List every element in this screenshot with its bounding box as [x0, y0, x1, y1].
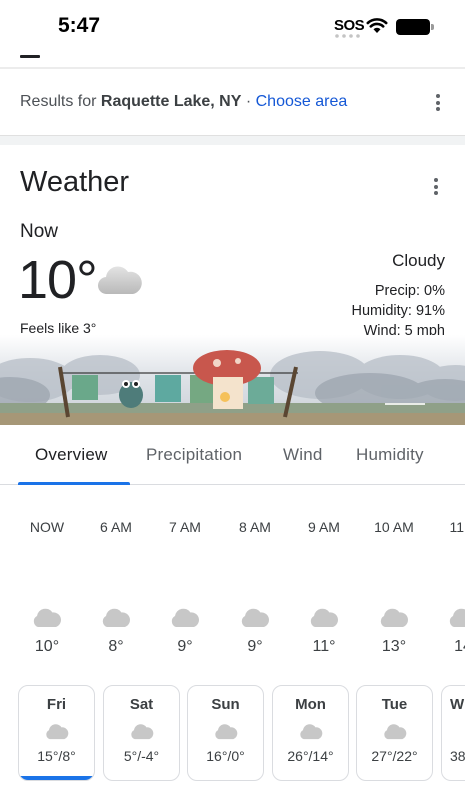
- cloud-icon: [241, 608, 269, 627]
- tab-precipitation[interactable]: Precipitation: [146, 445, 242, 465]
- hour-temp: 13°: [381, 638, 407, 655]
- hour-time: 7 AM: [169, 519, 201, 535]
- status-time: 5:47: [58, 14, 101, 37]
- current-temperature: 10°: [18, 250, 98, 310]
- results-prefix: Results for: [20, 93, 101, 110]
- signal-dots-icon: [335, 34, 360, 38]
- header-dash: [20, 55, 40, 58]
- results-location-row: Results for Raquette Lake, NY · Choose a…: [0, 69, 465, 135]
- active-tab-indicator: [18, 482, 130, 485]
- hourly-item[interactable]: 9 AM 11°: [294, 519, 354, 656]
- day-name: Fri: [46, 696, 67, 713]
- wifi-icon: [366, 18, 388, 33]
- cloud-icon: [130, 724, 153, 740]
- tab-humidity[interactable]: Humidity: [356, 445, 424, 465]
- day-temps: 15°/8°: [37, 748, 76, 764]
- cloud-icon: [383, 724, 406, 740]
- day-card-fri[interactable]: Fri 15°/8°: [18, 685, 95, 781]
- hour-time: 10 AM: [374, 519, 414, 535]
- day-temps: 27°/22°: [371, 748, 418, 764]
- day-temps: 16°/0°: [206, 748, 245, 764]
- now-label: Now: [20, 221, 59, 242]
- cloud-icon: [214, 724, 237, 740]
- hourly-item[interactable]: NOW 10°: [17, 519, 77, 656]
- results-text: Results for Raquette Lake, NY · Choose a…: [20, 93, 347, 111]
- hour-temp: 9°: [247, 638, 263, 655]
- hour-time: NOW: [29, 519, 65, 535]
- day-name: Sun: [211, 696, 240, 713]
- battery-icon: [396, 19, 430, 35]
- active-day-indicator: [19, 776, 94, 780]
- cloud-icon: [102, 608, 130, 627]
- hourly-item[interactable]: 6 AM 8°: [86, 519, 146, 656]
- choose-area-link[interactable]: Choose area: [256, 93, 348, 110]
- day-temps: 26°/14°: [287, 748, 334, 764]
- cloud-icon: [380, 608, 408, 627]
- hour-time: 6 AM: [100, 519, 132, 535]
- day-temps: 5°/-4°: [123, 748, 160, 764]
- condition-text: Cloudy: [392, 251, 445, 270]
- hourly-item[interactable]: 11 A 14: [433, 519, 465, 656]
- feels-like: Feels like 3°: [20, 320, 97, 336]
- status-bar: 5:47 SOS: [0, 0, 465, 52]
- cloud-icon: [449, 608, 465, 627]
- battery-tip: [431, 24, 434, 30]
- cloud-icon: [97, 266, 142, 295]
- day-name: W: [450, 696, 465, 713]
- sos-indicator: SOS: [334, 17, 365, 34]
- humidity-text: Humidity: 91%: [351, 303, 445, 319]
- day-card-partial[interactable]: W 38: [441, 685, 465, 781]
- results-separator: ·: [241, 93, 256, 110]
- hour-time: 9 AM: [308, 519, 340, 535]
- cloud-icon: [171, 608, 199, 627]
- day-card-tue[interactable]: Tue 27°/22°: [356, 685, 433, 781]
- section-gap: [0, 135, 465, 145]
- hour-temp: 9°: [177, 638, 193, 655]
- day-card-mon[interactable]: Mon 26°/14°: [272, 685, 349, 781]
- day-name: Sat: [129, 696, 154, 713]
- hour-time: 8 AM: [239, 519, 271, 535]
- weather-illustration: [0, 335, 465, 425]
- hourly-item[interactable]: 8 AM 9°: [225, 519, 285, 656]
- hour-time: 11 A: [449, 519, 465, 535]
- precip-text: Precip: 0%: [374, 283, 445, 299]
- weather-more-icon[interactable]: [434, 178, 438, 198]
- results-more-icon[interactable]: [436, 94, 440, 114]
- day-card-sun[interactable]: Sun 16°/0°: [187, 685, 264, 781]
- weather-tabs: Overview Precipitation Wind Humidity: [0, 425, 465, 485]
- weather-title: Weather: [20, 166, 130, 198]
- tab-wind[interactable]: Wind: [283, 445, 323, 465]
- hourly-item[interactable]: 7 AM 9°: [155, 519, 215, 656]
- cloud-icon: [33, 608, 61, 627]
- cloud-icon: [299, 724, 322, 740]
- hour-temp: 14: [454, 638, 465, 655]
- day-temps: 38: [450, 748, 465, 764]
- results-location: Raquette Lake, NY: [100, 93, 242, 110]
- hourly-item[interactable]: 10 AM 13°: [364, 519, 424, 656]
- cloud-icon: [310, 608, 338, 627]
- day-name: Mon: [295, 696, 326, 713]
- day-name: Tue: [381, 696, 408, 713]
- tab-overview[interactable]: Overview: [35, 445, 107, 465]
- weather-details: Precip: 0% Humidity: 91% Wind: 5 mph: [352, 281, 445, 341]
- day-card-sat[interactable]: Sat 5°/-4°: [103, 685, 180, 781]
- hour-temp: 8°: [108, 638, 124, 655]
- cloud-icon: [45, 724, 68, 740]
- hour-temp: 10°: [34, 638, 60, 655]
- hour-temp: 11°: [312, 638, 336, 655]
